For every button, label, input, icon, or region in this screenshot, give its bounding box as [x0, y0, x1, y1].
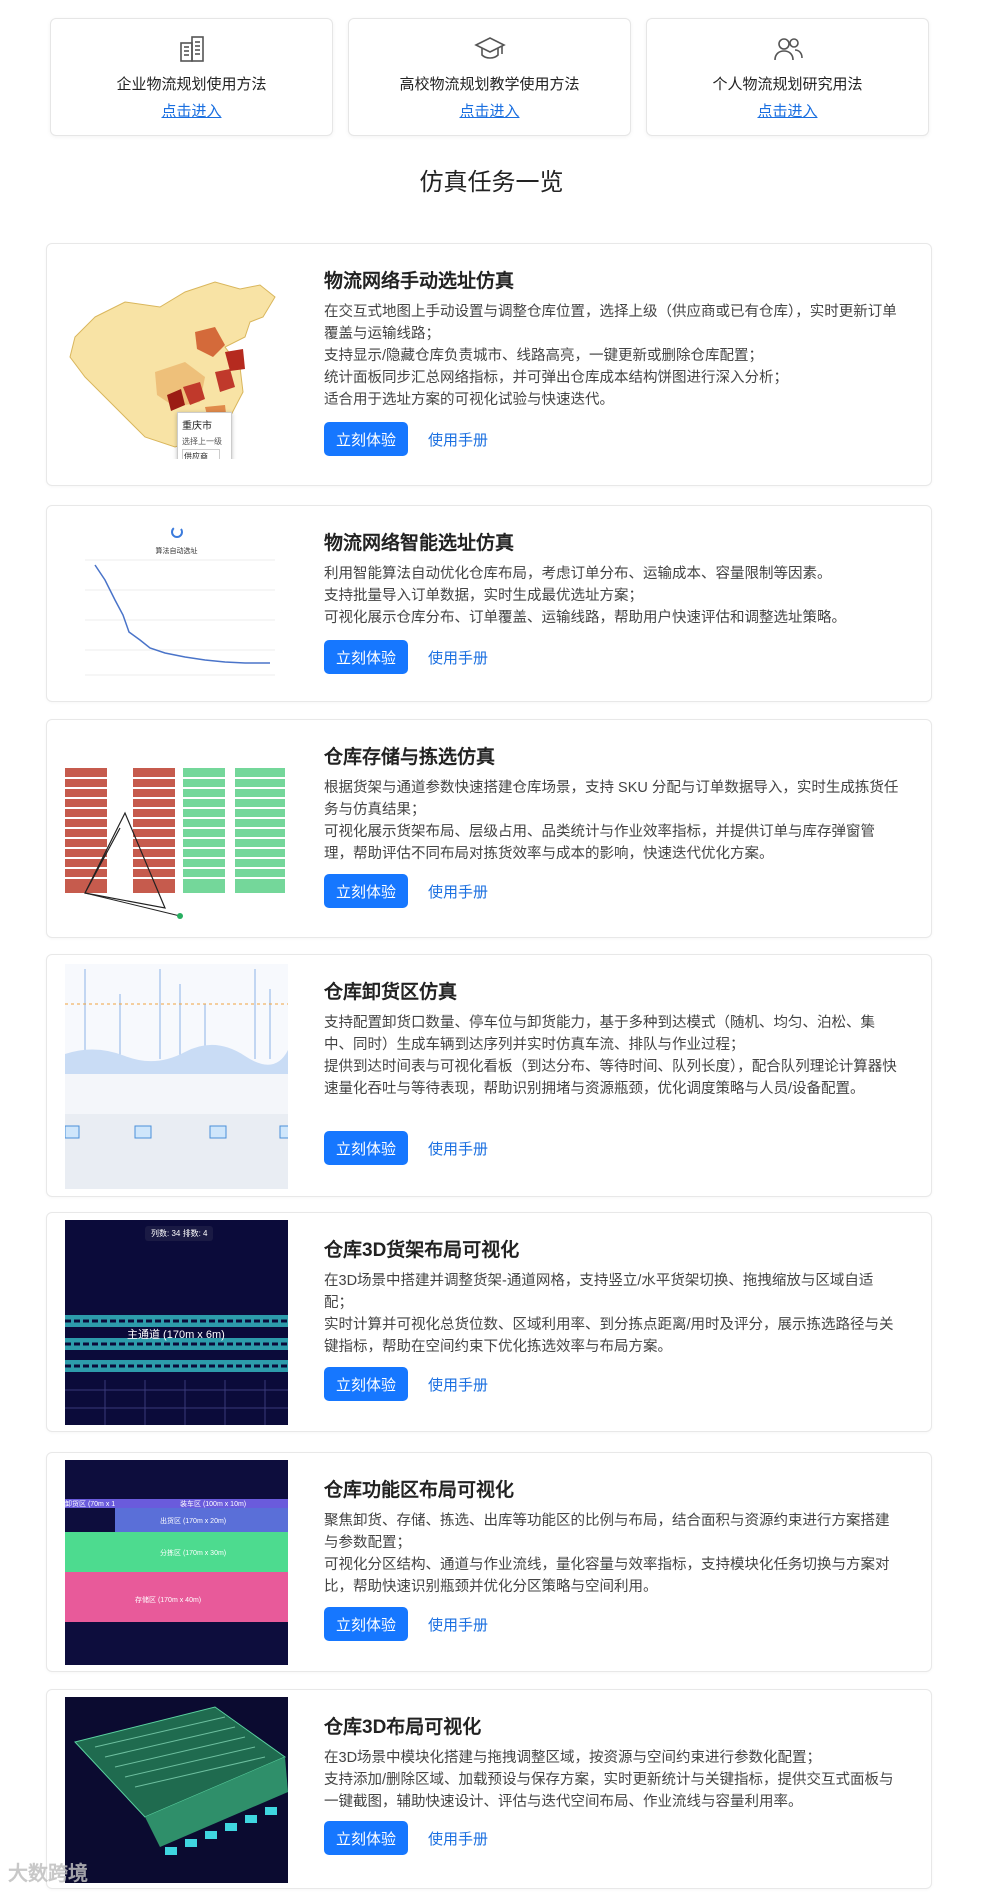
task-card-3d-rack: 列数: 34 排数: 4 主通道 (170m x 6m) 仓库3D货架布局可视化… — [46, 1212, 932, 1432]
watermark: 大数跨境 — [8, 1863, 88, 1885]
zone-label: 存储区 (170m x 40m) — [135, 1597, 202, 1604]
entry-title: 个人物流规划研究用法 — [712, 76, 863, 93]
manual-link[interactable]: 使用手册 — [428, 1828, 488, 1849]
function-zone-thumbnail: 卸货区 (70m x 10m) 装车区 (100m x 10m) 出货区 (17… — [65, 1460, 288, 1665]
try-now-button[interactable]: 立刻体验 — [324, 422, 408, 456]
entry-link-enterprise[interactable]: 点击进入 — [161, 100, 221, 121]
task-description: 支持配置卸货口数量、停车位与卸货能力，基于多种到达模式（随机、均匀、泊松、集中、… — [324, 1015, 897, 1097]
task-title: 仓库卸货区仿真 — [324, 982, 458, 1003]
try-now-button[interactable]: 立刻体验 — [324, 1607, 408, 1641]
task-description: 利用智能算法自动优化仓库布局，考虑订单分布、运输成本、容量限制等因素。 支持批量导… — [324, 566, 846, 626]
task-title: 仓库存储与拣选仿真 — [324, 747, 496, 768]
manual-link[interactable]: 使用手册 — [428, 1138, 488, 1159]
manual-link[interactable]: 使用手册 — [428, 881, 488, 902]
try-now-button[interactable]: 立刻体验 — [324, 1131, 408, 1165]
try-now-button[interactable]: 立刻体验 — [324, 640, 408, 674]
zone-label: 卸货区 (70m x 10m) — [65, 1501, 115, 1508]
popup-label: 选择上一级 — [182, 437, 222, 446]
rack-count-badge: 列数: 34 排数: 4 — [145, 1226, 214, 1241]
zone-label: 出货区 (170m x 20m) — [160, 1518, 227, 1525]
entry-card-enterprise: 企业物流规划使用方法 点击进入 — [50, 18, 333, 136]
entry-cards: 企业物流规划使用方法 点击进入 高校物流规划教学使用方法 点击进入 个人物流规划… — [50, 18, 929, 136]
task-title: 仓库3D布局可视化 — [324, 1717, 482, 1738]
task-card-smart-site: 算法自动选址 物流网络智能选址仿真 利用智能算法自动优化仓库布局，考虑订单分布、… — [46, 505, 932, 702]
users-icon — [773, 38, 803, 61]
task-card-unloading: 仓库卸货区仿真 支持配置卸货口数量、停车位与卸货能力，基于多种到达模式（随机、均… — [46, 954, 932, 1197]
entry-link-personal[interactable]: 点击进入 — [757, 100, 817, 121]
task-title: 物流网络智能选址仿真 — [324, 533, 515, 554]
task-card-manual-site: 重庆市 选择上一级 供应商 物流网络手动选址仿真 在交互式地图上手动设置与调整仓… — [46, 243, 932, 486]
unloading-dashboard-thumbnail — [65, 964, 288, 1189]
warehouse-picking-thumbnail — [65, 768, 288, 920]
entry-link-university[interactable]: 点击进入 — [459, 100, 519, 121]
task-description: 在3D场景中模块化搭建与拖拽调整区域，按资源与空间约束进行参数化配置； 支持添加/… — [324, 1750, 894, 1810]
popup-city: 重庆市 — [182, 421, 212, 432]
task-title: 物流网络手动选址仿真 — [324, 271, 515, 292]
3d-rack-thumbnail: 列数: 34 排数: 4 主通道 (170m x 6m) — [65, 1220, 288, 1425]
try-now-button[interactable]: 立刻体验 — [324, 1367, 408, 1401]
manual-link[interactable]: 使用手册 — [428, 1374, 488, 1395]
convergence-chart-thumbnail: 算法自动选址 — [65, 520, 288, 690]
map-thumbnail: 重庆市 选择上一级 供应商 — [65, 277, 288, 459]
task-card-3d-layout: 仓库3D布局可视化 在3D场景中模块化搭建与拖拽调整区域，按资源与空间约束进行参… — [46, 1689, 932, 1889]
manual-link[interactable]: 使用手册 — [428, 647, 488, 668]
3d-layout-thumbnail — [65, 1697, 288, 1883]
warehouse-popup: 重庆市 选择上一级 供应商 — [177, 412, 232, 459]
task-description: 在3D场景中搭建并调整货架-通道网格，支持竖立/水平货架切换、拖拽缩放与区域自适… — [324, 1273, 894, 1355]
task-title: 仓库功能区布局可视化 — [324, 1480, 515, 1501]
building-icon — [179, 36, 204, 62]
task-card-storage-picking: 仓库存储与拣选仿真 根据货架与通道参数快速搭建仓库场景，支持 SKU 分配与订单… — [46, 719, 932, 938]
manual-link[interactable]: 使用手册 — [428, 1614, 488, 1635]
task-title: 仓库3D货架布局可视化 — [324, 1240, 520, 1261]
try-now-button[interactable]: 立刻体验 — [324, 874, 408, 908]
task-description: 根据货架与通道参数快速搭建仓库场景，支持 SKU 分配与订单数据导入，实时生成拣… — [324, 780, 899, 862]
graduation-cap-icon — [473, 37, 506, 59]
try-now-button[interactable]: 立刻体验 — [324, 1821, 408, 1855]
manual-link[interactable]: 使用手册 — [428, 429, 488, 450]
task-description: 聚焦卸货、存储、拣选、出库等功能区的比例与布局，结合面积与资源约束进行方案搭建与… — [324, 1513, 890, 1595]
chart-title: 算法自动选址 — [155, 548, 198, 555]
task-card-function-zone: 卸货区 (70m x 10m) 装车区 (100m x 10m) 出货区 (17… — [46, 1452, 932, 1672]
zone-label: 分拣区 (170m x 30m) — [160, 1550, 227, 1557]
entry-title: 高校物流规划教学使用方法 — [399, 76, 580, 93]
entry-card-personal: 个人物流规划研究用法 点击进入 — [646, 18, 929, 136]
section-title: 仿真任务一览 — [419, 169, 564, 196]
popup-select: 供应商 — [182, 449, 220, 459]
task-description: 在交互式地图上手动设置与调整仓库位置，选择上级（供应商或已有仓库），实时更新订单… — [324, 304, 897, 408]
entry-title: 企业物流规划使用方法 — [116, 76, 267, 93]
entry-card-university: 高校物流规划教学使用方法 点击进入 — [348, 18, 631, 136]
aisle-label: 主通道 (170m x 6m) — [127, 1329, 225, 1341]
